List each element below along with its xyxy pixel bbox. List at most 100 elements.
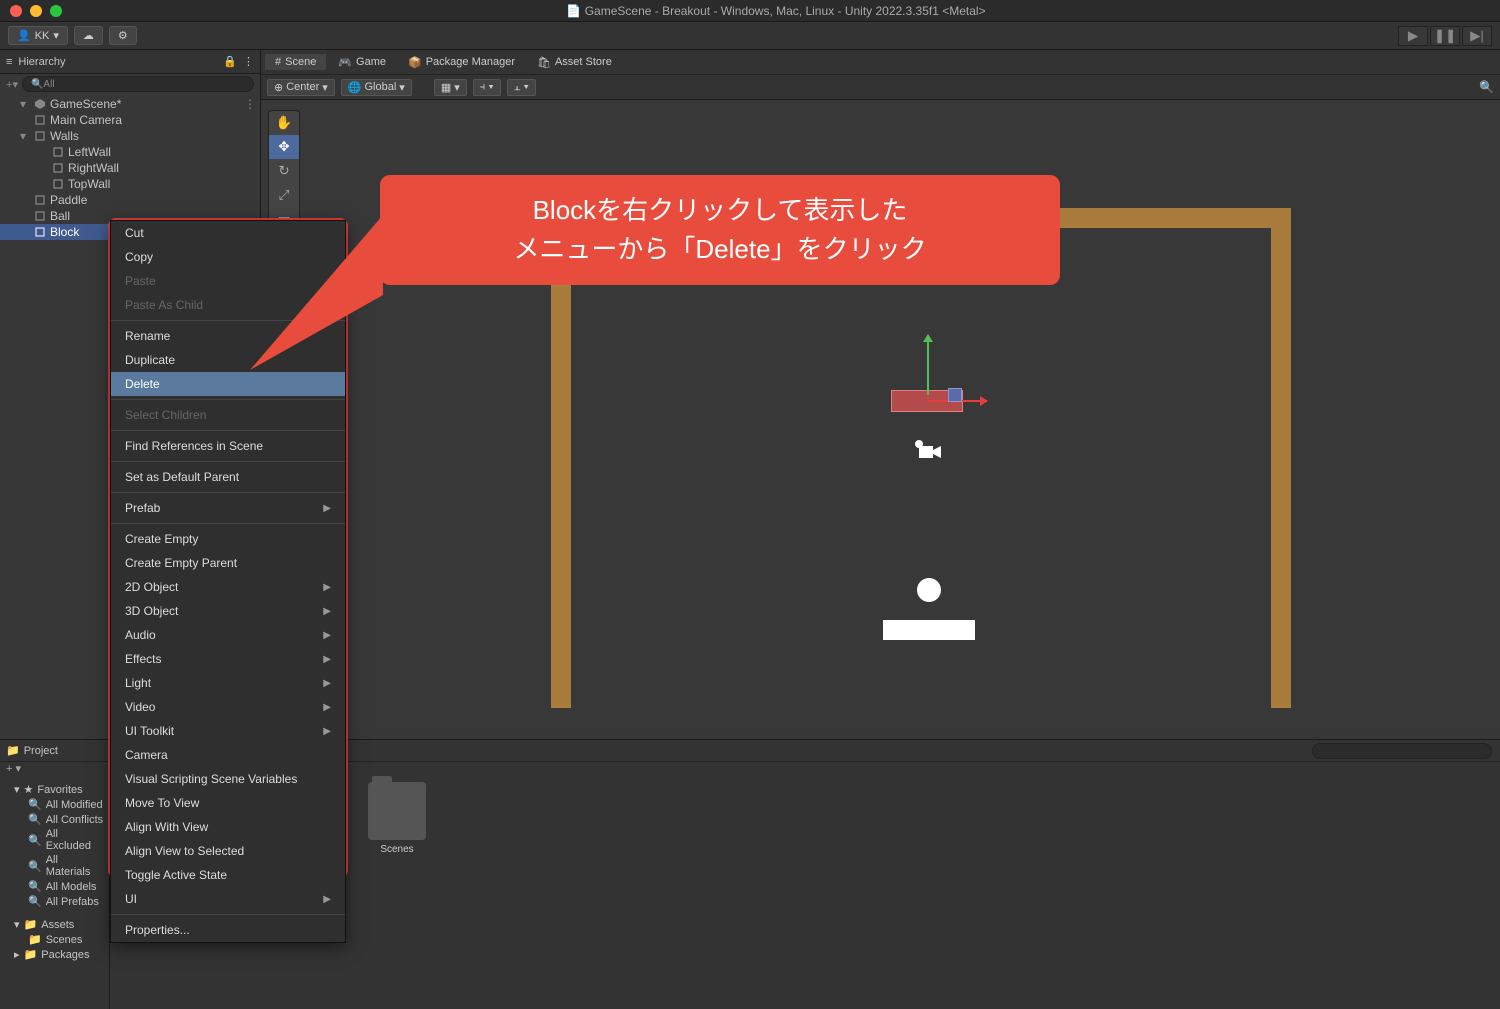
cm-video[interactable]: Video▶: [111, 695, 345, 719]
project-fav-materials[interactable]: 🔍All Materials: [4, 853, 105, 879]
asset-item[interactable]: Scenes: [366, 782, 428, 855]
project-search[interactable]: [1312, 743, 1492, 759]
doc-icon: 📄: [566, 4, 581, 18]
close-window-button[interactable]: [10, 5, 22, 17]
cm-2d-object[interactable]: 2D Object▶: [111, 575, 345, 599]
scene-tabs: #Scene 🎮Game 📦Package Manager 🛍Asset Sto…: [261, 50, 1500, 74]
pause-button[interactable]: ❚❚: [1430, 26, 1460, 46]
cm-rename[interactable]: Rename: [111, 324, 345, 348]
gizmo-y-axis[interactable]: [927, 335, 929, 395]
snap-button[interactable]: ⫞ ▾: [473, 79, 501, 96]
cm-toggle-active[interactable]: Toggle Active State: [111, 863, 345, 887]
project-fav-models[interactable]: 🔍All Models: [4, 879, 105, 894]
cloud-icon: ☁: [83, 29, 94, 42]
submenu-arrow-icon: ▶: [323, 726, 331, 737]
submenu-arrow-icon: ▶: [323, 582, 331, 593]
project-assets[interactable]: ▾📁Assets: [4, 917, 105, 932]
cm-audio[interactable]: Audio▶: [111, 623, 345, 647]
cm-align-view-selected[interactable]: Align View to Selected: [111, 839, 345, 863]
cloud-button[interactable]: ☁: [74, 26, 103, 45]
cm-light[interactable]: Light▶: [111, 671, 345, 695]
step-button[interactable]: ▶|: [1462, 26, 1492, 46]
cm-create-empty-parent[interactable]: Create Empty Parent: [111, 551, 345, 575]
cm-effects[interactable]: Effects▶: [111, 647, 345, 671]
user-icon: 👤: [17, 29, 31, 42]
scale-tool[interactable]: ⤢: [269, 183, 299, 207]
project-fav-excluded[interactable]: 🔍All Excluded: [4, 827, 105, 853]
cm-prefab[interactable]: Prefab▶: [111, 496, 345, 520]
scene-root[interactable]: ▾ GameScene* ⋮: [0, 96, 260, 112]
hierarchy-item-walls[interactable]: ▾ Walls: [0, 128, 260, 144]
folder-icon: 📁: [6, 744, 20, 757]
cm-copy[interactable]: Copy: [111, 245, 345, 269]
cm-move-to-view[interactable]: Move To View: [111, 791, 345, 815]
incr-button[interactable]: ⫠ ▾: [507, 79, 536, 96]
hand-tool[interactable]: ✋: [269, 111, 299, 135]
grid-button[interactable]: ▦ ▾: [434, 79, 467, 96]
cm-paste-as-child: Paste As Child: [111, 293, 345, 317]
cm-ui-toolkit[interactable]: UI Toolkit▶: [111, 719, 345, 743]
lock-icon[interactable]: 🔒: [223, 55, 237, 68]
project-scenes-folder[interactable]: 📁Scenes: [4, 932, 105, 947]
cm-find-refs[interactable]: Find References in Scene: [111, 434, 345, 458]
account-dropdown[interactable]: 👤 KK ▾: [8, 26, 68, 45]
hierarchy-item-leftwall[interactable]: LeftWall: [0, 144, 260, 160]
space-dropdown[interactable]: 🌐Global ▾: [341, 79, 412, 96]
cm-create-empty[interactable]: Create Empty: [111, 527, 345, 551]
project-fav-prefabs[interactable]: 🔍All Prefabs: [4, 894, 105, 909]
cm-paste: Paste: [111, 269, 345, 293]
cube-icon: [52, 178, 64, 190]
cm-ui[interactable]: UI▶: [111, 887, 345, 911]
project-add[interactable]: + ▾: [0, 762, 109, 780]
tab-game[interactable]: 🎮Game: [328, 54, 396, 71]
window-controls: [10, 5, 62, 17]
submenu-arrow-icon: ▶: [323, 702, 331, 713]
rotate-tool[interactable]: ↻: [269, 159, 299, 183]
project-packages[interactable]: ▸📁Packages: [4, 947, 105, 962]
scene-column: #Scene 🎮Game 📦Package Manager 🛍Asset Sto…: [260, 50, 1500, 730]
tab-scene[interactable]: #Scene: [265, 54, 326, 70]
cm-3d-object[interactable]: 3D Object▶: [111, 599, 345, 623]
search-icon: 🔍: [28, 895, 42, 908]
move-tool[interactable]: ✥: [269, 135, 299, 159]
hierarchy-item-main-camera[interactable]: Main Camera: [0, 112, 260, 128]
cube-icon: [52, 146, 64, 158]
minimize-window-button[interactable]: [30, 5, 42, 17]
project-fav-modified[interactable]: 🔍All Modified: [4, 797, 105, 812]
cm-cut[interactable]: Cut: [111, 221, 345, 245]
tab-asset-store[interactable]: 🛍Asset Store: [527, 54, 622, 71]
pivot-icon: ⊕: [274, 81, 283, 94]
cm-properties[interactable]: Properties...: [111, 918, 345, 942]
project-favorites[interactable]: ▾★Favorites: [4, 782, 105, 797]
scene-toolbar: ⊕Center ▾ 🌐Global ▾ ▦ ▾ ⫞ ▾ ⫠ ▾ 🔍: [261, 74, 1500, 100]
settings-button[interactable]: ⚙: [109, 26, 137, 45]
play-button[interactable]: ▶: [1398, 26, 1428, 46]
leftwall-visual: [551, 208, 571, 708]
cube-icon: [34, 210, 46, 222]
cm-duplicate[interactable]: Duplicate: [111, 348, 345, 372]
project-fav-conflicts[interactable]: 🔍All Conflicts: [4, 812, 105, 827]
titlebar: 📄 GameScene - Breakout - Windows, Mac, L…: [0, 0, 1500, 22]
cm-camera[interactable]: Camera: [111, 743, 345, 767]
scene-view[interactable]: [261, 100, 1500, 730]
project-left-panel: 📁 Project + ▾ ▾★Favorites 🔍All Modified …: [0, 740, 110, 1009]
search-scene-icon[interactable]: 🔍: [1479, 80, 1494, 94]
cm-delete[interactable]: Delete: [111, 372, 345, 396]
menu-icon[interactable]: ⋮: [243, 55, 254, 68]
maximize-window-button[interactable]: [50, 5, 62, 17]
hierarchy-item-paddle[interactable]: Paddle: [0, 192, 260, 208]
globe-icon: 🌐: [348, 81, 362, 94]
hierarchy-search[interactable]: 🔍 All: [22, 76, 254, 92]
cm-set-default-parent[interactable]: Set as Default Parent: [111, 465, 345, 489]
cm-visual-scripting[interactable]: Visual Scripting Scene Variables: [111, 767, 345, 791]
pivot-dropdown[interactable]: ⊕Center ▾: [267, 79, 335, 96]
play-controls: ▶ ❚❚ ▶|: [1398, 26, 1492, 46]
hierarchy-item-rightwall[interactable]: RightWall: [0, 160, 260, 176]
hierarchy-header: ≡ Hierarchy 🔒 ⋮: [0, 50, 260, 74]
hierarchy-item-topwall[interactable]: TopWall: [0, 176, 260, 192]
tab-package-manager[interactable]: 📦Package Manager: [398, 54, 525, 71]
add-button[interactable]: +▾: [6, 78, 18, 91]
cm-align-with-view[interactable]: Align With View: [111, 815, 345, 839]
search-icon: 🔍: [28, 880, 42, 893]
gizmo-center[interactable]: [948, 388, 962, 402]
